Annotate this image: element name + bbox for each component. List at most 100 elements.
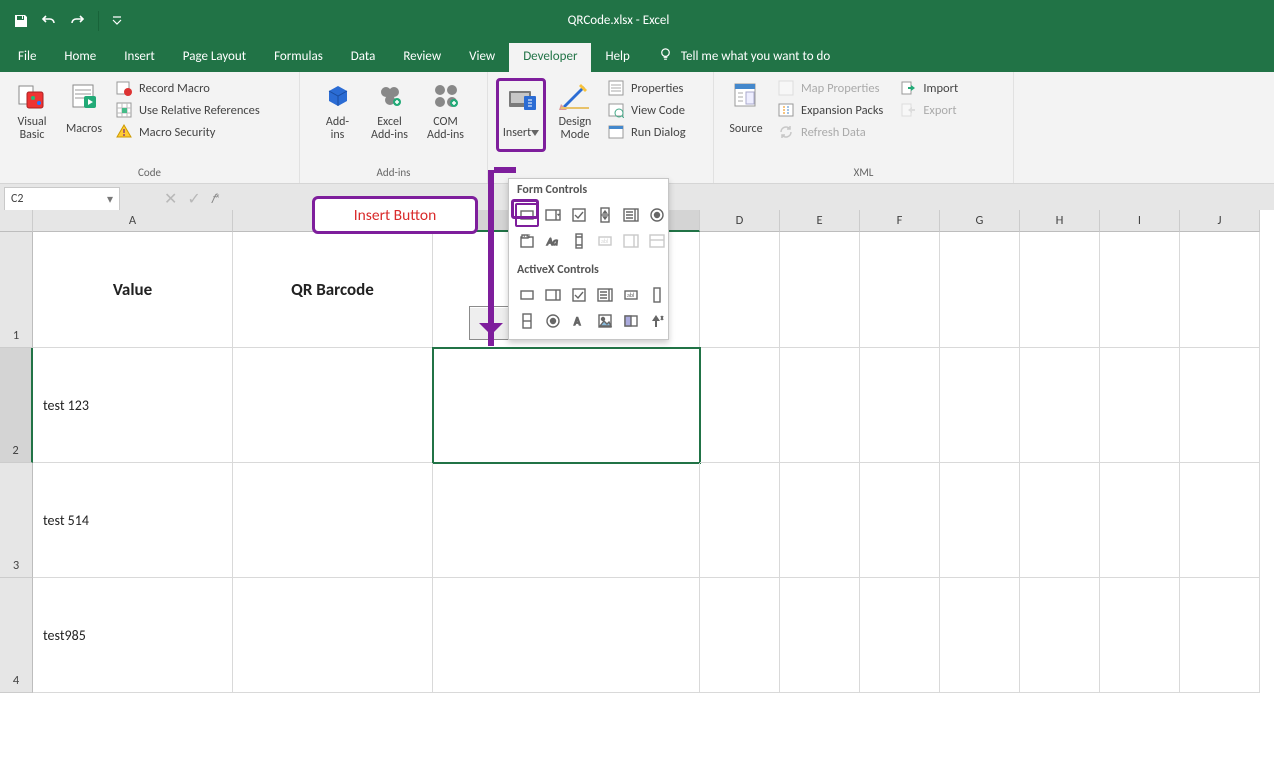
visual-basic-button[interactable]: Visual Basic (8, 78, 56, 144)
form-label-control[interactable]: Aa (541, 229, 565, 253)
column-header-E[interactable]: E (780, 210, 860, 232)
cell-G1[interactable] (940, 232, 1020, 348)
ax-togglebutton-control[interactable] (619, 309, 643, 333)
form-scrollbar-control[interactable] (567, 229, 591, 253)
tab-formulas[interactable]: Formulas (260, 43, 337, 72)
cell-F1[interactable] (860, 232, 940, 348)
macros-button[interactable]: Macros (60, 78, 108, 144)
cell-H3[interactable] (1020, 463, 1100, 578)
cell-E1[interactable] (780, 232, 860, 348)
cell-E3[interactable] (780, 463, 860, 578)
cell-J1[interactable] (1180, 232, 1260, 348)
cell-J3[interactable] (1180, 463, 1260, 578)
run-dialog-button[interactable]: Run Dialog (604, 122, 689, 142)
ax-listbox-control[interactable] (593, 283, 617, 307)
redo-icon[interactable] (68, 12, 86, 30)
tab-insert[interactable]: Insert (110, 43, 169, 72)
ax-spinbutton-control[interactable] (515, 309, 539, 333)
cell-B1[interactable]: QR Barcode (233, 232, 433, 348)
tab-help[interactable]: Help (591, 43, 643, 72)
cell-B2[interactable] (233, 348, 433, 463)
com-addins-button[interactable]: COM Add-ins (418, 78, 474, 144)
cell-F3[interactable] (860, 463, 940, 578)
cell-A2[interactable]: test 123 (33, 348, 233, 463)
fx-icon[interactable]: 𝑓ₓ (211, 192, 219, 207)
row-header-4[interactable]: 4 (0, 578, 33, 693)
cell-I4[interactable] (1100, 578, 1180, 693)
cell-I3[interactable] (1100, 463, 1180, 578)
cell-C2[interactable] (433, 348, 700, 463)
cell-D2[interactable] (700, 348, 780, 463)
cell-B4[interactable] (233, 578, 433, 693)
excel-addins-button[interactable]: Excel Add-ins (366, 78, 414, 144)
qat-customize-icon[interactable] (111, 12, 123, 30)
cell-C4[interactable] (433, 578, 700, 693)
cell-E2[interactable] (780, 348, 860, 463)
expansion-packs-button[interactable]: Expansion Packs (774, 100, 886, 120)
ax-combobox-control[interactable] (541, 283, 565, 307)
cell-H1[interactable] (1020, 232, 1100, 348)
column-header-J[interactable]: J (1180, 210, 1260, 232)
tell-me-search[interactable]: Tell me what you want to do (644, 47, 844, 72)
design-mode-button[interactable]: Design Mode (550, 78, 600, 144)
cell-E4[interactable] (780, 578, 860, 693)
save-icon[interactable] (12, 12, 30, 30)
ax-scrollbar-control[interactable] (645, 283, 669, 307)
tab-data[interactable]: Data (337, 43, 390, 72)
column-header-F[interactable]: F (860, 210, 940, 232)
cell-F4[interactable] (860, 578, 940, 693)
use-relative-references-button[interactable]: Use Relative References (112, 100, 263, 120)
cell-F2[interactable] (860, 348, 940, 463)
tab-file[interactable]: File (4, 43, 50, 72)
ax-textbox-control[interactable]: abl (619, 283, 643, 307)
macro-security-button[interactable]: Macro Security (112, 122, 263, 142)
cell-G4[interactable] (940, 578, 1020, 693)
cell-D3[interactable] (700, 463, 780, 578)
ax-image-control[interactable] (593, 309, 617, 333)
form-listbox-control[interactable] (619, 203, 643, 227)
column-header-I[interactable]: I (1100, 210, 1180, 232)
cell-G3[interactable] (940, 463, 1020, 578)
tab-page-layout[interactable]: Page Layout (169, 43, 260, 72)
record-macro-button[interactable]: Record Macro (112, 78, 263, 98)
cell-H2[interactable] (1020, 348, 1100, 463)
form-checkbox-control[interactable] (567, 203, 591, 227)
xml-source-button[interactable]: Source (722, 78, 770, 144)
undo-icon[interactable] (40, 12, 58, 30)
ax-morecontrols-control[interactable] (645, 309, 669, 333)
form-button-control[interactable] (515, 203, 539, 227)
cell-A3[interactable]: test 514 (33, 463, 233, 578)
name-box-dropdown-icon[interactable]: ▾ (107, 192, 113, 207)
tab-developer[interactable]: Developer (509, 43, 591, 72)
row-header-1[interactable]: 1 (0, 232, 33, 348)
cell-A4[interactable]: test985 (33, 578, 233, 693)
cell-A1[interactable]: Value (33, 232, 233, 348)
ax-label-control[interactable]: A (567, 309, 591, 333)
cell-D4[interactable] (700, 578, 780, 693)
cell-H4[interactable] (1020, 578, 1100, 693)
column-header-D[interactable]: D (700, 210, 780, 232)
tab-view[interactable]: View (455, 43, 509, 72)
cell-I1[interactable] (1100, 232, 1180, 348)
tab-review[interactable]: Review (389, 43, 455, 72)
ax-commandbutton-control[interactable] (515, 283, 539, 307)
cell-C3[interactable] (433, 463, 700, 578)
form-optionbutton-control[interactable] (645, 203, 669, 227)
form-groupbox-control[interactable]: XYZ (515, 229, 539, 253)
properties-button[interactable]: Properties (604, 78, 689, 98)
cell-B3[interactable] (233, 463, 433, 578)
column-header-A[interactable]: A (33, 210, 233, 232)
xml-import-button[interactable]: Import (896, 78, 961, 98)
row-header-3[interactable]: 3 (0, 463, 33, 578)
cell-I2[interactable] (1100, 348, 1180, 463)
addins-button[interactable]: Add- ins (314, 78, 362, 144)
form-combobox-control[interactable] (541, 203, 565, 227)
form-spinbutton-control[interactable] (593, 203, 617, 227)
ax-optionbutton-control[interactable] (541, 309, 565, 333)
insert-control-button[interactable]: Insert (500, 82, 542, 148)
column-header-G[interactable]: G (940, 210, 1020, 232)
cell-D1[interactable] (700, 232, 780, 348)
ax-checkbox-control[interactable] (567, 283, 591, 307)
name-box[interactable]: C2 ▾ (4, 187, 120, 211)
cell-J2[interactable] (1180, 348, 1260, 463)
